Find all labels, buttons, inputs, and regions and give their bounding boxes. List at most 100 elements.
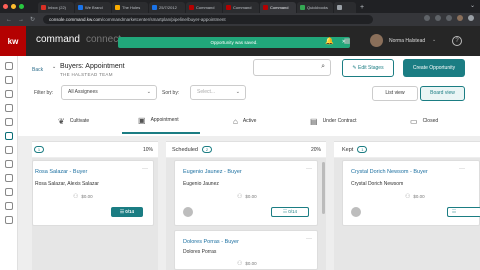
stage-tab-closed[interactable]: ▭ Closed bbox=[410, 108, 460, 134]
create-opportunity-button[interactable]: Create Opportunity bbox=[403, 59, 465, 77]
opportunity-card[interactable]: Rosa Salazar - Buyer ··· Rosa Salazar, A… bbox=[32, 160, 154, 226]
calendar-icon[interactable] bbox=[5, 90, 13, 98]
column-percent: 10% bbox=[142, 147, 153, 153]
pipeline-chevron-icon[interactable]: ⌄ bbox=[52, 64, 56, 70]
forward-arrow-icon[interactable]: → bbox=[18, 17, 24, 23]
extension-icon[interactable] bbox=[424, 15, 430, 21]
contacts-icon[interactable] bbox=[5, 76, 13, 84]
tab-favicon-icon bbox=[152, 5, 157, 10]
tab-title: Command bbox=[270, 5, 289, 10]
task-count-button[interactable]: ☷ 0/14 bbox=[111, 207, 143, 217]
browser-tab[interactable]: Quickbooks bbox=[297, 2, 333, 13]
tab-search-chevron-icon[interactable]: ⌄ bbox=[470, 2, 475, 9]
extension-icon[interactable] bbox=[446, 15, 452, 21]
reports-icon[interactable] bbox=[5, 174, 13, 182]
column-header: Scheduled 2 20% bbox=[166, 141, 326, 157]
stage-label: Appointment bbox=[150, 117, 179, 123]
browser-tab[interactable]: Command bbox=[223, 2, 259, 13]
window-controls[interactable] bbox=[3, 4, 24, 9]
more-options-icon[interactable]: ··· bbox=[142, 166, 148, 172]
column-name: Scheduled bbox=[172, 147, 198, 153]
card-name-link[interactable]: Rosa Salazar - Buyer bbox=[35, 169, 87, 175]
more-options-icon[interactable]: ··· bbox=[306, 236, 312, 242]
extension-icon[interactable] bbox=[435, 15, 441, 21]
tab-title: The Holes bbox=[122, 5, 141, 10]
edit-stages-label: Edit Stages bbox=[358, 65, 384, 71]
stage-tab-cultivate[interactable]: ❦ Cultivate bbox=[58, 108, 108, 134]
user-name[interactable]: Norma Halstead bbox=[389, 38, 425, 44]
list-view-button[interactable]: List view bbox=[372, 86, 418, 101]
chevron-down-icon: ⌄ bbox=[146, 89, 151, 95]
reload-icon[interactable]: ↻ bbox=[30, 16, 35, 23]
search-input[interactable]: ⌕ bbox=[253, 59, 331, 76]
browser-tab[interactable] bbox=[334, 2, 356, 13]
opportunities-icon[interactable] bbox=[5, 132, 13, 140]
marketing-icon[interactable] bbox=[5, 160, 13, 168]
stage-label: Under Contract bbox=[322, 118, 357, 124]
stage-label: Cultivate bbox=[69, 118, 90, 124]
card-name-link[interactable]: Dolores Porras - Buyer bbox=[183, 239, 239, 245]
help-icon[interactable]: ? bbox=[452, 36, 462, 46]
grid-icon[interactable]: ▦ bbox=[344, 37, 351, 45]
assignee-select[interactable]: All Assignees ⌄ bbox=[61, 85, 157, 100]
person-icon: ⚇ bbox=[237, 194, 243, 200]
menu-kebab-icon[interactable] bbox=[468, 15, 474, 21]
browser-tab[interactable]: Command bbox=[186, 2, 222, 13]
team-name: THE HALSTEAD TEAM bbox=[60, 72, 113, 77]
avatar[interactable] bbox=[370, 34, 383, 47]
person-icon: ⚇ bbox=[405, 194, 411, 200]
card-name-link[interactable]: Eugenio Jaunez - Buyer bbox=[183, 169, 242, 175]
messages-icon[interactable] bbox=[5, 104, 13, 112]
settings-icon[interactable] bbox=[5, 202, 13, 210]
task-count-button[interactable]: ☷ 0/14 bbox=[271, 207, 309, 217]
column-percent: 20% bbox=[310, 147, 321, 153]
stage-tab-under-contract[interactable]: ▤ Under Contract bbox=[310, 108, 376, 134]
browser-tab[interactable]: Inbox (22) bbox=[38, 2, 74, 13]
documents-icon[interactable] bbox=[5, 188, 13, 196]
opportunity-card[interactable]: Eugenio Jaunez - Buyer ··· Eugenio Jaune… bbox=[174, 160, 318, 226]
url-field[interactable]: console.command.kw.com/commandmarketcent… bbox=[43, 15, 374, 24]
task-count-button[interactable]: ☷ bbox=[447, 207, 480, 217]
maximize-window-icon[interactable] bbox=[19, 4, 24, 9]
sort-select[interactable]: Select... ⌄ bbox=[190, 85, 246, 100]
back-link[interactable]: Back bbox=[32, 67, 43, 73]
profile-icon[interactable] bbox=[457, 15, 463, 21]
stage-tab-active[interactable]: ⌂ Active bbox=[233, 108, 283, 134]
assignee-avatar[interactable] bbox=[351, 207, 361, 217]
opportunity-card[interactable]: Crystal Dorich Newsom - Buyer ··· Crysta… bbox=[342, 160, 480, 226]
board-view-button[interactable]: Board view bbox=[420, 86, 465, 101]
tasks-icon[interactable] bbox=[5, 118, 13, 126]
tab-title: We Brand bbox=[85, 5, 103, 10]
browser-tab[interactable]: The Holes bbox=[112, 2, 148, 13]
assignee-avatar[interactable] bbox=[183, 207, 193, 217]
sort-label: Sort by: bbox=[162, 90, 180, 96]
stage-tab-appointment[interactable]: ▣ Appointment bbox=[122, 108, 200, 134]
tab-favicon-icon bbox=[263, 5, 268, 10]
card-name-link[interactable]: Crystal Dorich Newsom - Buyer bbox=[351, 169, 428, 175]
home-icon[interactable] bbox=[5, 62, 13, 70]
search-icon: ⌕ bbox=[321, 63, 325, 70]
kw-logo[interactable]: kw bbox=[0, 26, 26, 56]
browser-tab[interactable]: We Brand bbox=[75, 2, 111, 13]
card-value-text: $0.00 bbox=[245, 194, 257, 199]
bell-icon[interactable]: 🔔 bbox=[325, 37, 334, 45]
listings-icon[interactable] bbox=[5, 146, 13, 154]
back-arrow-icon[interactable]: ← bbox=[6, 17, 12, 23]
column-scrollbar[interactable] bbox=[322, 162, 325, 214]
new-tab-icon[interactable]: + bbox=[360, 2, 364, 13]
success-toast: Opportunity was saved. ✕ bbox=[118, 37, 350, 48]
opportunity-card[interactable]: Dolores Porras - Buyer ··· Dolores Porra… bbox=[174, 230, 318, 270]
column-header: Kept 1 bbox=[334, 141, 480, 157]
column-count-badge: 1 bbox=[34, 146, 44, 154]
browser-tab[interactable]: 25/7/2012 bbox=[149, 2, 185, 13]
more-options-icon[interactable]: ··· bbox=[306, 166, 312, 172]
user-menu-chevron-icon[interactable]: ⌄ bbox=[432, 37, 436, 43]
close-window-icon[interactable] bbox=[3, 4, 8, 9]
minimize-window-icon[interactable] bbox=[11, 4, 16, 9]
more-options-icon[interactable]: ··· bbox=[459, 166, 465, 172]
browser-tab-active[interactable]: Command bbox=[260, 2, 296, 13]
apps-icon[interactable] bbox=[5, 216, 13, 224]
calendar-check-icon: ▣ bbox=[138, 115, 146, 125]
tab-favicon-icon bbox=[300, 5, 305, 10]
edit-stages-button[interactable]: ✎ Edit Stages bbox=[342, 59, 394, 77]
